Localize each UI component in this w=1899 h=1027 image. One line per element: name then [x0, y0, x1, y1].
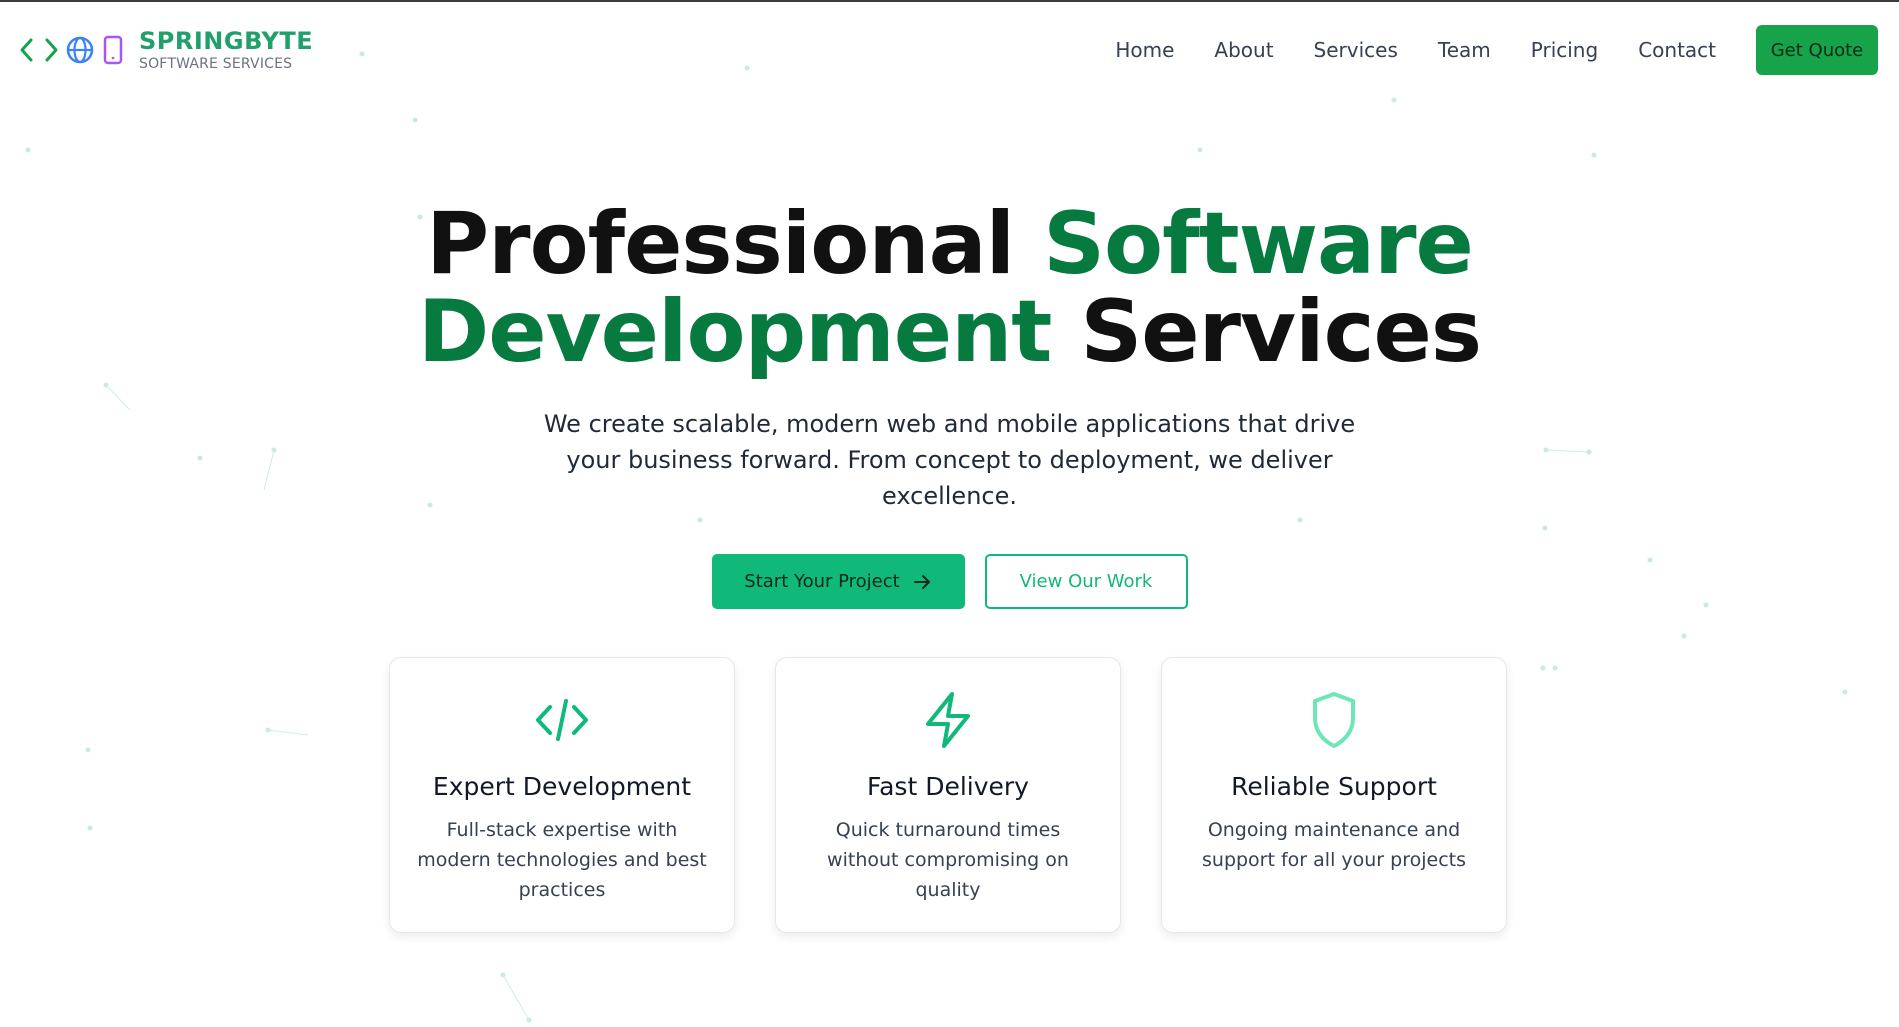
- brand-tagline: SOFTWARE SERVICES: [139, 56, 293, 72]
- hero-subtitle: We create scalable, modern web and mobil…: [543, 410, 1356, 510]
- site-header: SPRINGBYTE SOFTWARE SERVICES Home About …: [0, 2, 1899, 98]
- start-project-button[interactable]: Start Your Project: [711, 554, 965, 609]
- shield-icon: [1313, 692, 1355, 748]
- hero-title-part2: Services: [1080, 282, 1482, 382]
- nav-link-about[interactable]: About: [1214, 38, 1273, 62]
- particle-dot: [1842, 689, 1848, 695]
- feature-card-expert-development: Expert Development Full-stack expertise …: [389, 657, 735, 933]
- nav-link-contact[interactable]: Contact: [1638, 38, 1716, 62]
- feature-card-reliable-support: Reliable Support Ongoing maintenance and…: [1161, 657, 1507, 933]
- mobile-icon: [103, 35, 123, 65]
- code-icon: [536, 699, 588, 741]
- particle-dot: [85, 747, 91, 753]
- feature-title: Fast Delivery: [867, 772, 1029, 801]
- particle-dot: [87, 825, 93, 831]
- feature-title: Reliable Support: [1231, 772, 1437, 801]
- particle-dot: [1591, 152, 1597, 158]
- arrow-right-icon: [913, 574, 930, 589]
- main-nav: Home About Services Team Pricing Contact…: [1075, 25, 1878, 75]
- nav-link-pricing[interactable]: Pricing: [1531, 38, 1598, 62]
- hero-actions: Start Your Project View Our Work: [0, 554, 1899, 609]
- nav-link-home[interactable]: Home: [1115, 38, 1174, 62]
- particle-dot: [1540, 665, 1546, 671]
- nav-link-team[interactable]: Team: [1438, 38, 1491, 62]
- particle-dot: [1391, 97, 1397, 103]
- hero-title-part1: Professional: [426, 194, 1015, 294]
- features-section: Expert Development Full-stack expertise …: [389, 657, 1507, 933]
- code-brackets-icon: [20, 38, 58, 62]
- hero-title-accent-line2: Development: [417, 282, 1052, 382]
- particle-dot: [1552, 665, 1558, 671]
- particle-link: [502, 974, 530, 1021]
- particle-dot: [25, 147, 31, 153]
- hero-section: Professional Software Development Servic…: [0, 200, 1899, 609]
- brand-name: SPRINGBYTE: [139, 27, 314, 55]
- particle-dot: [1681, 633, 1687, 639]
- feature-title: Expert Development: [432, 772, 692, 801]
- feature-description: Quick turnaround times without compromis…: [827, 819, 1069, 901]
- particle-dot: [412, 117, 418, 123]
- get-quote-button[interactable]: Get Quote: [1756, 25, 1878, 75]
- nav-link-services[interactable]: Services: [1314, 38, 1398, 62]
- lightning-icon: [926, 692, 970, 748]
- feature-card-fast-delivery: Fast Delivery Quick turnaround times wit…: [775, 657, 1121, 933]
- globe-icon: [66, 36, 94, 64]
- hero-title-accent: Software: [1043, 194, 1474, 294]
- particle-link: [267, 729, 309, 736]
- particle-dot: [526, 1017, 532, 1023]
- feature-description: Full-stack expertise with modern technol…: [417, 819, 707, 901]
- brand-icons: [19, 34, 125, 66]
- particle-dot: [265, 727, 271, 733]
- feature-description: Ongoing maintenance and support for all …: [1202, 819, 1466, 871]
- particle-dot: [1197, 147, 1203, 153]
- hero-title: Professional Software Development Servic…: [0, 200, 1899, 376]
- brand-logo[interactable]: SPRINGBYTE SOFTWARE SERVICES: [19, 27, 313, 73]
- start-project-label: Start Your Project: [744, 571, 900, 592]
- particle-dot: [500, 972, 506, 978]
- view-work-button[interactable]: View Our Work: [984, 554, 1188, 609]
